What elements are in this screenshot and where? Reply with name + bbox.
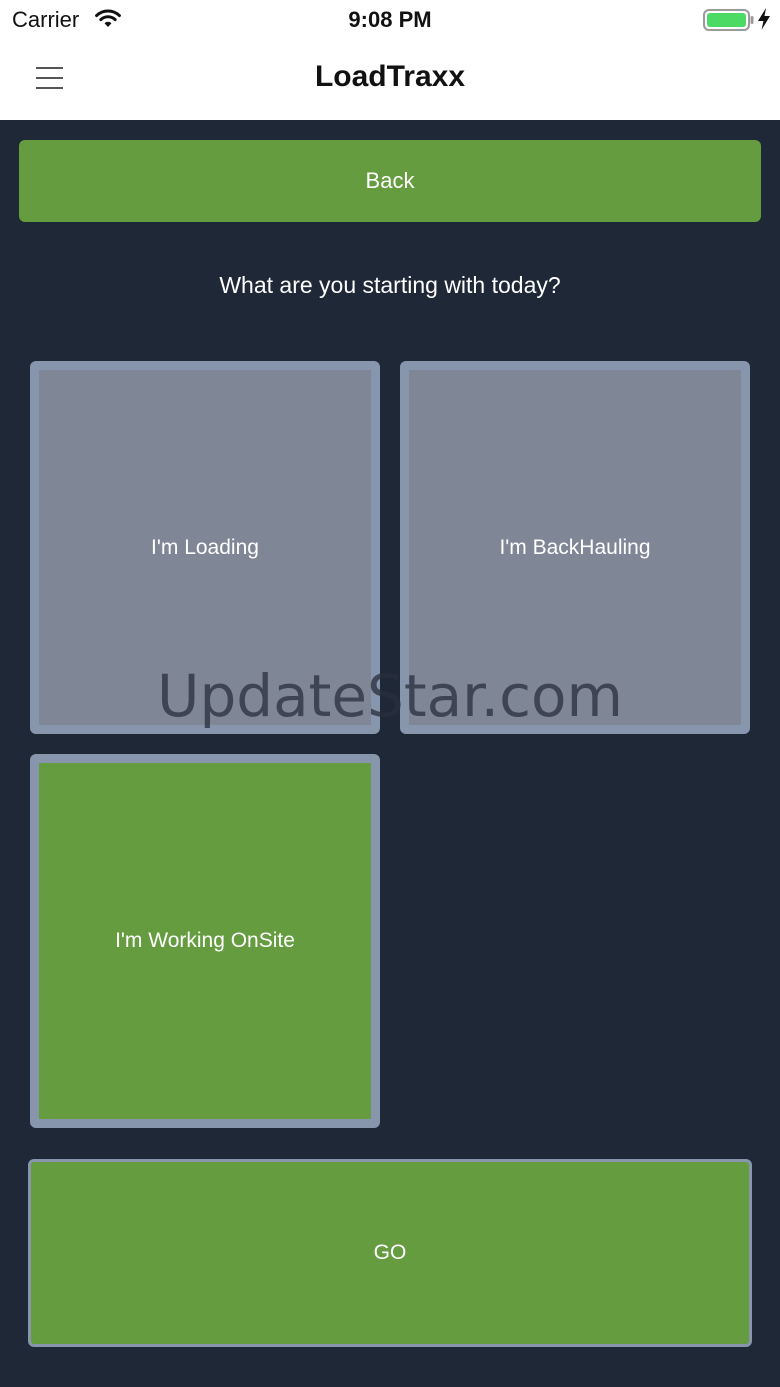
option-backhauling-label: I'm BackHauling: [499, 535, 651, 559]
status-time: 9:08 PM: [348, 7, 432, 32]
nav-bar: LoadTraxx: [0, 40, 780, 120]
option-working-onsite-tile[interactable]: I'm Working OnSite: [30, 754, 380, 1128]
option-working-onsite-label: I'm Working OnSite: [115, 929, 295, 952]
battery-icon: [703, 9, 754, 31]
option-loading-label: I'm Loading: [151, 535, 259, 559]
option-backhauling-tile[interactable]: I'm BackHauling: [400, 361, 750, 734]
app-title: LoadTraxx: [314, 60, 466, 93]
go-button[interactable]: GO: [28, 1159, 752, 1347]
status-bar: Carrier 9:08 PM: [0, 0, 780, 40]
charging-bolt-icon: [758, 8, 770, 30]
back-button[interactable]: Back: [19, 140, 761, 222]
option-loading-tile[interactable]: I'm Loading: [30, 361, 380, 734]
question-prompt: What are you starting with today?: [219, 272, 561, 298]
